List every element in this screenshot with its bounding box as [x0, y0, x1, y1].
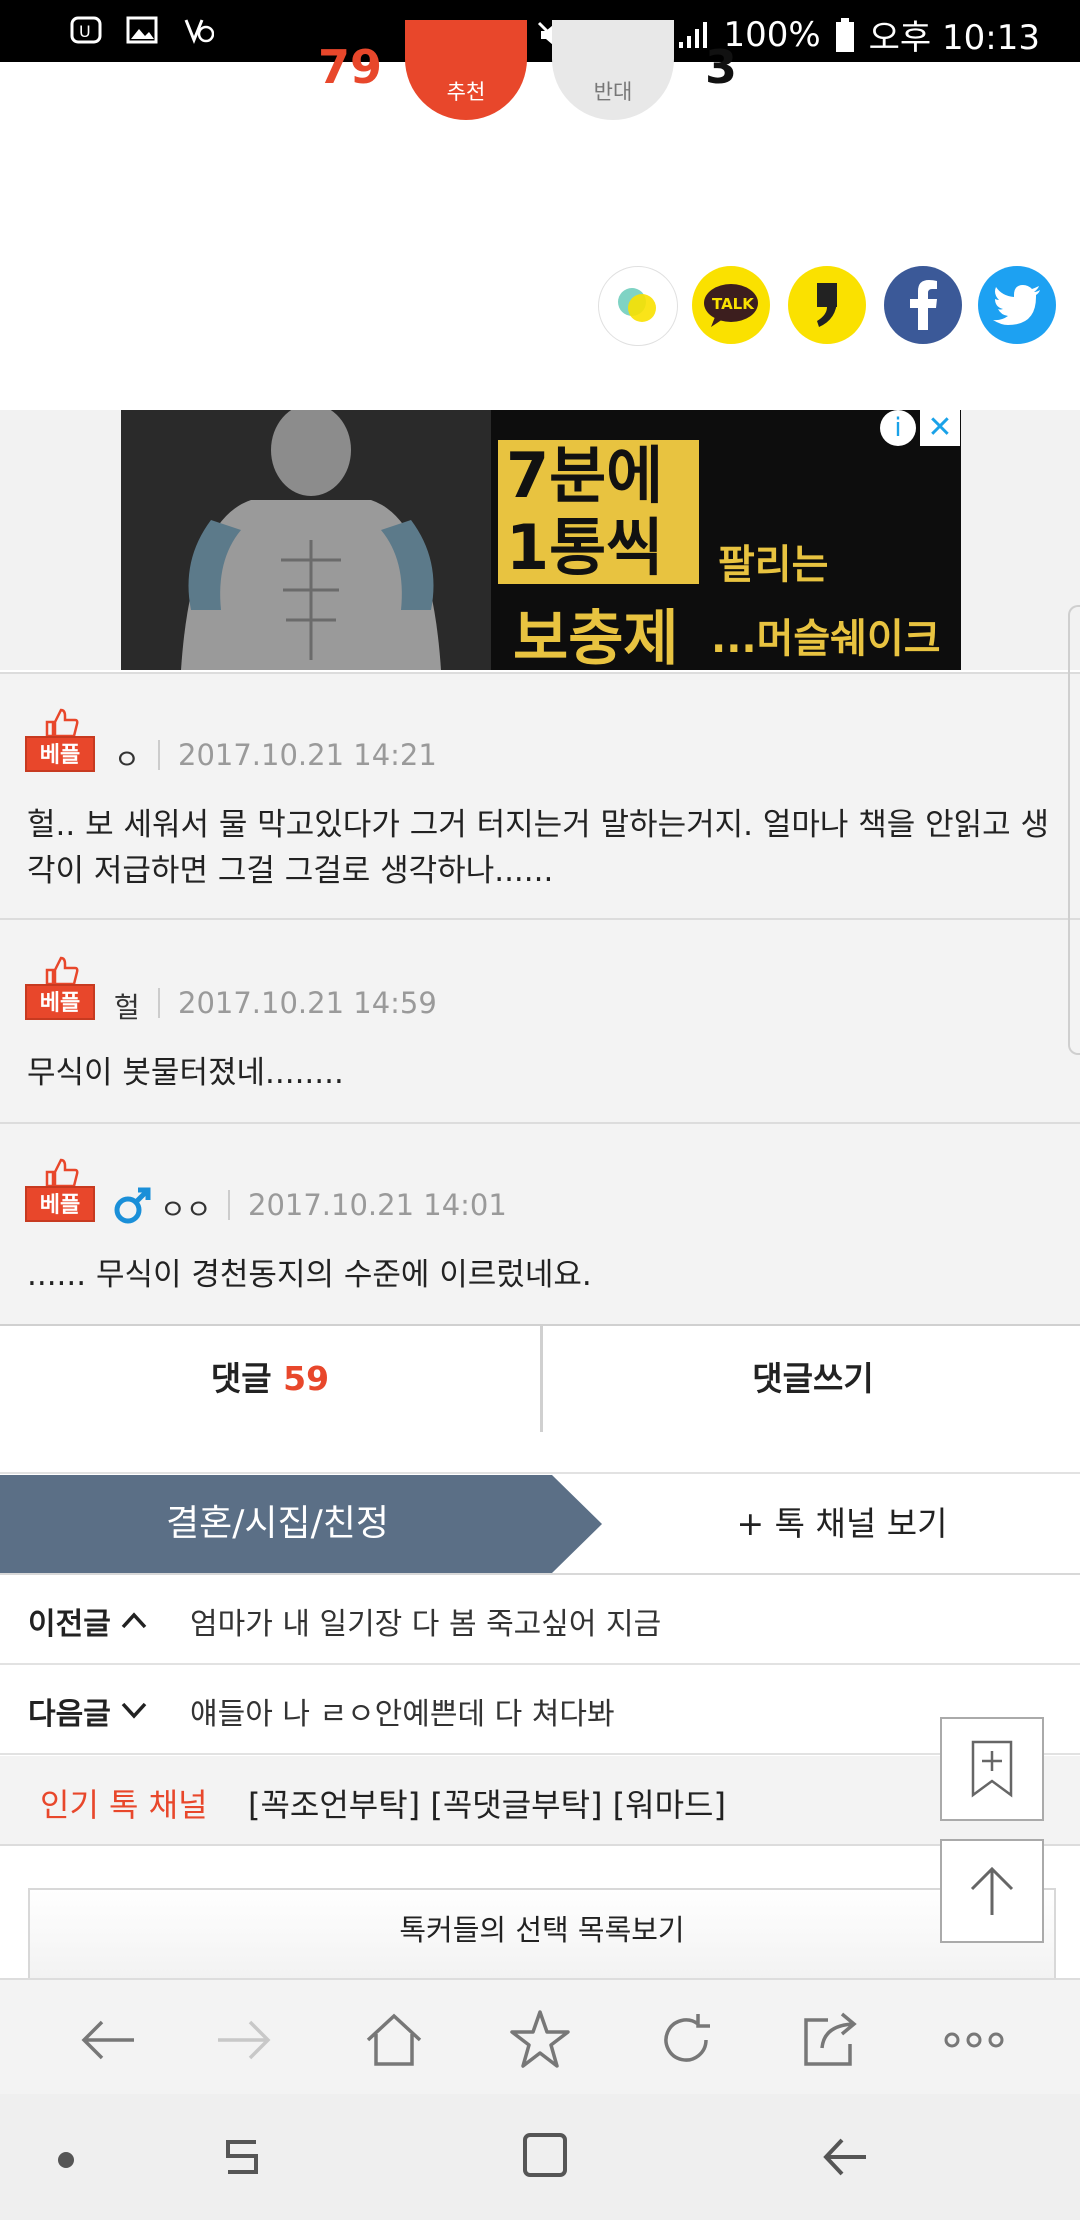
comment-text: 헐.. 보 세워서 물 막고있다가 그거 터지는거 말하는거지. 얼마나 책을 …: [27, 807, 1050, 889]
bookmark-star-icon[interactable]: [508, 2008, 572, 2072]
arrow-up-icon: [970, 1866, 1014, 1915]
oppose-button[interactable]: 반대: [552, 20, 674, 120]
comments-count-button[interactable]: 댓글 59: [0, 1326, 540, 1432]
kakaopage-icon: [817, 283, 837, 327]
best-reply-badge: 베플: [25, 956, 97, 1024]
oppose-count: 3: [705, 40, 738, 94]
male-gender-icon: [114, 1187, 151, 1224]
popular-label: 인기 톡 채널: [40, 1786, 208, 1824]
refresh-icon[interactable]: [654, 2008, 718, 2072]
thumbs-up-icon: [45, 708, 79, 736]
clock: 오후 10:13: [868, 18, 1040, 58]
spacer: [0, 1432, 1080, 1474]
recent-apps-icon[interactable]: [214, 2134, 270, 2182]
comment-item: 베플 ㅇㅇ 2017.10.21 14:01 ...... 무식이 경천동지의 …: [0, 1122, 1080, 1326]
next-post-row[interactable]: 다음글 얘들아 나 ㄹㅇ안예쁜데 다 쳐다봐: [0, 1665, 1080, 1755]
facebook-icon: [910, 280, 937, 330]
muted-alarm-icon: [180, 12, 216, 48]
ad-text-line1: 7분에: [498, 440, 699, 512]
talk-text: TALK: [712, 295, 755, 313]
thumbs-up-icon: [45, 1158, 79, 1186]
talkers-choice-button[interactable]: 톡커들의 선택 목록보기: [28, 1888, 1056, 1980]
comment-date: 2017.10.21 14:21: [178, 738, 437, 772]
ad-banner[interactable]: 7분에 1통씩 팔리는 보충제 ...머슬쉐이크: [121, 410, 961, 670]
kakaostory-share-button[interactable]: [598, 266, 678, 346]
comment-author: 헐: [114, 991, 140, 1024]
ad-info-icon[interactable]: i: [880, 410, 916, 446]
prev-post-label: 이전글: [28, 1607, 111, 1642]
ad-text-line4: 보충제: [513, 604, 679, 670]
battery-icon: [835, 17, 854, 52]
comment-bar: 댓글 59 댓글쓰기: [0, 1324, 1080, 1435]
twitter-icon: [993, 285, 1040, 325]
facebook-share-button[interactable]: [884, 266, 962, 344]
popular-channels: 인기 톡 채널 [꼭조언부탁] [꼭댓글부탁] [워마드]: [0, 1756, 1080, 1846]
badge-label: 베플: [25, 736, 95, 772]
comments-count: 59: [283, 1359, 330, 1398]
oppose-label: 반대: [593, 80, 633, 104]
badge-label: 베플: [25, 1186, 95, 1222]
comments-label: 댓글: [210, 1359, 272, 1398]
thumbs-up-icon: [45, 956, 79, 984]
ad-model-image: [121, 410, 491, 670]
channel-name[interactable]: 결혼/시집/친정: [0, 1475, 555, 1573]
recommend-button[interactable]: 추천: [405, 20, 527, 120]
forward-icon[interactable]: [212, 2008, 276, 2072]
kakaostory-icon: [618, 288, 656, 322]
next-post-title: 얘들아 나 ㄹㅇ안예쁜데 다 쳐다봐: [190, 1697, 615, 1732]
scroll-top-button[interactable]: [940, 1839, 1044, 1943]
home-nav-icon[interactable]: [520, 2130, 570, 2180]
kakaotalk-share-button[interactable]: TALK: [692, 266, 770, 344]
bookmark-button[interactable]: [940, 1717, 1044, 1821]
twitter-share-button[interactable]: [978, 266, 1056, 344]
badge-label: 베플: [25, 984, 95, 1020]
comment-date: 2017.10.21 14:01: [248, 1188, 507, 1222]
kakaopage-share-button[interactable]: [788, 266, 866, 344]
battery-percent: 100%: [723, 14, 821, 55]
comment-item: 베플 ㅇ 2017.10.21 14:21 헐.. 보 세워서 물 막고있다가 …: [0, 672, 1080, 920]
ad-close-icon[interactable]: ✕: [920, 410, 960, 446]
best-reply-badge: 베플: [25, 708, 97, 776]
more-menu-icon[interactable]: [942, 2008, 1006, 2072]
ad-text-line5: ...머슬쉐이크: [711, 616, 941, 662]
recommend-count: 79: [318, 40, 383, 94]
system-nav-bar: [0, 2094, 1080, 2220]
view-channel-link[interactable]: + 톡 채널 보기: [604, 1475, 1080, 1573]
prev-post-title: 엄마가 내 일기장 다 봄 죽고싶어 지금: [190, 1607, 662, 1642]
next-post-label: 다음글: [28, 1697, 111, 1732]
best-comments: 베플 ㅇ 2017.10.21 14:21 헐.. 보 세워서 물 막고있다가 …: [0, 672, 1080, 1324]
prev-post-row[interactable]: 이전글 엄마가 내 일기장 다 봄 죽고싶어 지금: [0, 1575, 1080, 1665]
comment-item: 베플 헐 2017.10.21 14:59 무식이 봇물터졌네........: [0, 918, 1080, 1124]
comment-author: ㅇㅇ: [160, 1193, 212, 1226]
comment-text: ...... 무식이 경천동지의 수준에 이르렀네요.: [27, 1257, 592, 1293]
kakaotalk-icon: TALK: [704, 284, 758, 327]
channel-header: 결혼/시집/친정 + 톡 채널 보기: [0, 1475, 1080, 1576]
home-icon[interactable]: [362, 2008, 426, 2072]
back-nav-icon[interactable]: [820, 2132, 870, 2182]
svg-text:U: U: [79, 22, 91, 41]
app-notification-icon: U: [68, 12, 104, 48]
write-comment-button[interactable]: 댓글쓰기: [543, 1326, 1080, 1432]
ad-text-line2: 1통씩: [498, 512, 699, 584]
comment-date: 2017.10.21 14:59: [178, 986, 437, 1020]
browser-toolbar: [0, 1978, 1080, 2096]
gallery-icon: [124, 12, 160, 48]
status-bar: U 100% 오후 10:13: [0, 0, 1080, 62]
popular-channel-links[interactable]: [꼭조언부탁] [꼭댓글부탁] [워마드]: [248, 1780, 726, 1826]
comment-text: 무식이 봇물터졌네........: [27, 1055, 344, 1091]
best-reply-badge: 베플: [25, 1158, 97, 1226]
share-icon[interactable]: [798, 2008, 862, 2072]
comment-author: ㅇ: [114, 743, 140, 776]
bookmark-add-icon: [971, 1740, 1013, 1798]
scroll-indicator[interactable]: [1068, 605, 1080, 1055]
ad-text-line3: 팔리는: [718, 542, 829, 588]
chevron-down-icon: [121, 1702, 147, 1719]
chevron-up-icon: [121, 1612, 147, 1629]
back-icon[interactable]: [76, 2008, 140, 2072]
recommend-label: 추천: [446, 80, 486, 104]
nav-dot-icon: [58, 2152, 74, 2168]
